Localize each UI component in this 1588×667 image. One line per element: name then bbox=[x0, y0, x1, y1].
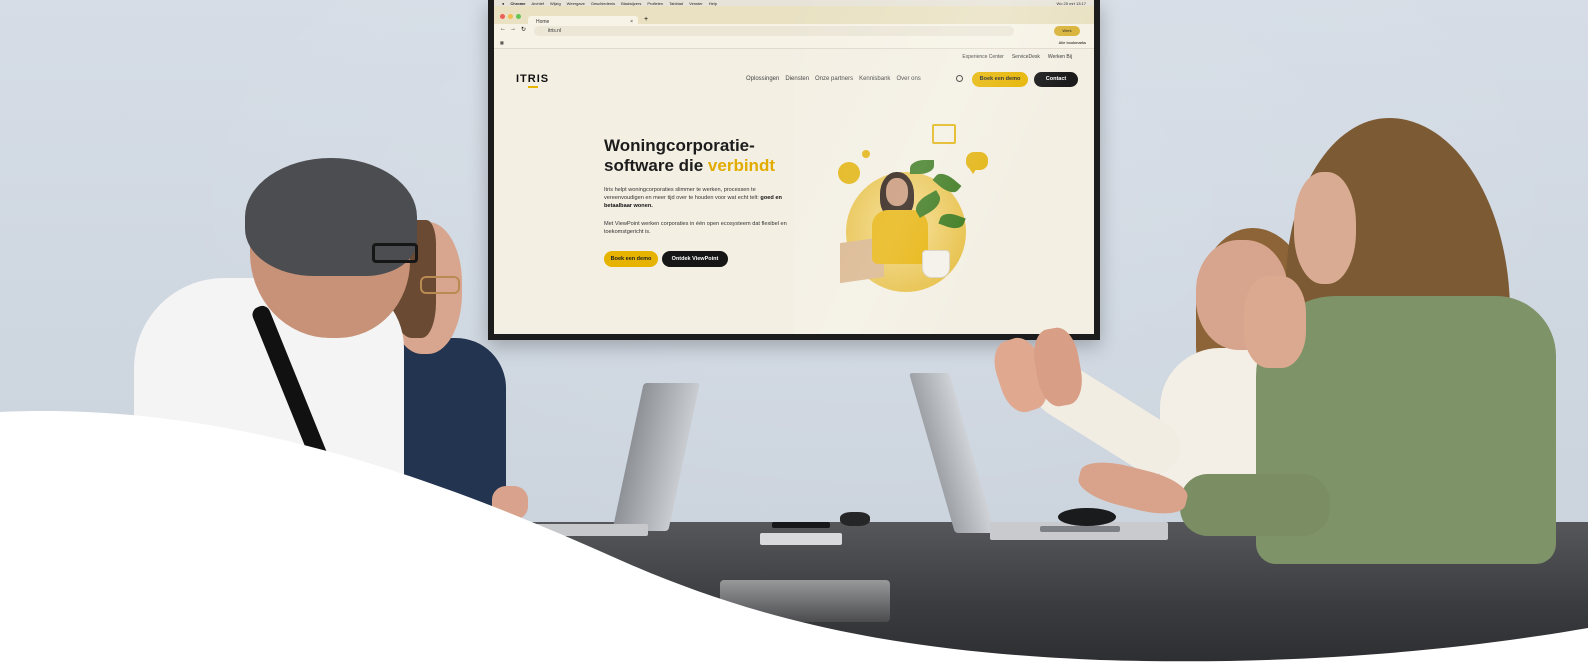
office-meeting-photo: ● Chrome Archief Wijzig Weergave Geschie… bbox=[0, 0, 1588, 667]
white-wave-overlay bbox=[0, 411, 1588, 667]
